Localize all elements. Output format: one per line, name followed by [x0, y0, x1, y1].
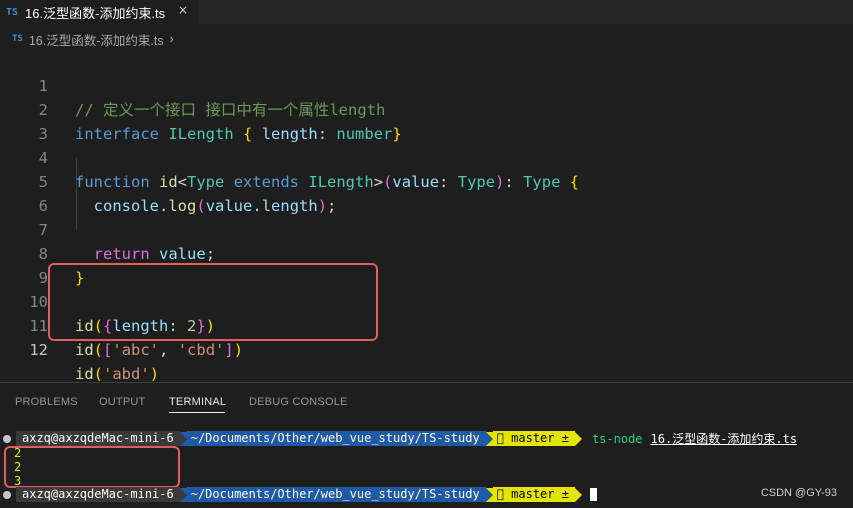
prompt-path: ~/Documents/Other/web_vue_study/TS-study: [186, 431, 486, 446]
watermark: CSDN @GY-93: [760, 487, 837, 499]
code-line: 6: [0, 170, 853, 215]
string-literal: 'abc': [112, 341, 160, 359]
paren: ): [149, 365, 160, 383]
string-literal: 'abd': [103, 365, 150, 383]
terminal-command: ts-node: [591, 431, 643, 446]
command-status-icon: [3, 434, 11, 443]
function-name: id: [75, 341, 94, 359]
panel-tab-bar: PROBLEMS OUTPUT TERMINAL DEBUG CONSOLE: [0, 383, 853, 423]
chevron-right-icon: ›: [169, 32, 174, 46]
tab-output[interactable]: OUTPUT: [99, 396, 145, 408]
active-tab-indicator: [169, 412, 225, 413]
close-icon[interactable]: ×: [178, 3, 188, 17]
punctuation: ,: [159, 341, 169, 359]
tab-problems[interactable]: PROBLEMS: [15, 396, 78, 408]
terminal-prompt: axzq@axzqdeMac-mini-6 ~/Documents/Other/…: [0, 486, 597, 503]
tab-debug-console[interactable]: DEBUG CONSOLE: [249, 396, 348, 408]
editor-tab[interactable]: TS 16.泛型函数-添加约束.ts ×: [0, 0, 198, 24]
code-line: 7 return value;: [0, 194, 853, 263]
prompt-separator-icon: [179, 431, 187, 446]
editor-tab-bar: TS 16.泛型函数-添加约束.ts ×: [0, 0, 853, 24]
prompt-separator-icon: [485, 431, 493, 446]
terminal-prompt: axzq@axzqdeMac-mini-6 ~/Documents/Other/…: [0, 430, 797, 447]
bracket: ]: [224, 341, 234, 359]
prompt-user: axzq@axzqdeMac-mini-6: [16, 431, 180, 446]
code-editor[interactable]: 1 // 定义一个接口 接口中有一个属性length 2 interface I…: [0, 50, 853, 383]
prompt-path: ~/Documents/Other/web_vue_study/TS-study: [186, 487, 486, 502]
highlight-box: [48, 263, 378, 341]
paren: (: [93, 365, 104, 383]
bracket: [: [103, 341, 113, 359]
paren: ): [233, 341, 244, 359]
prompt-git-branch:  master ±: [492, 431, 575, 446]
tab-title: 16.泛型函数-添加约束.ts: [25, 5, 166, 21]
function-name: id: [75, 365, 94, 383]
paren: (: [93, 341, 104, 359]
prompt-separator-icon: [574, 431, 582, 446]
prompt-user: axzq@axzqdeMac-mini-6: [16, 487, 180, 502]
breadcrumb-file[interactable]: 16.泛型函数-添加约束.ts: [29, 30, 164, 49]
typescript-file-icon: TS: [12, 34, 23, 44]
prompt-separator-icon: [574, 487, 582, 502]
prompt-separator-icon: [485, 487, 493, 502]
terminal-cursor: [589, 488, 597, 501]
code-line: 4 function id<Type extends ILength>(valu…: [0, 122, 853, 191]
code-line: 3: [0, 98, 853, 143]
code-line: 5 console.log(value.length);: [0, 146, 853, 215]
breadcrumb[interactable]: TS 16.泛型函数-添加约束.ts ›: [0, 28, 174, 50]
line-number: 12: [29, 341, 48, 359]
prompt-separator-icon: [179, 487, 187, 502]
string-literal: 'cbd': [177, 341, 225, 359]
code-line: 1 // 定义一个接口 接口中有一个属性length: [0, 50, 853, 119]
highlight-box: [4, 446, 180, 488]
code-line: 8 }: [0, 218, 853, 287]
typescript-file-icon: TS: [6, 6, 19, 18]
terminal-file-link[interactable]: 16.泛型函数-添加约束.ts: [651, 430, 798, 447]
tab-terminal[interactable]: TERMINAL: [169, 396, 226, 408]
prompt-git-branch:  master ±: [492, 487, 575, 502]
code-line: 2 interface ILength { length: number}: [0, 74, 853, 143]
command-status-icon: [3, 490, 11, 499]
